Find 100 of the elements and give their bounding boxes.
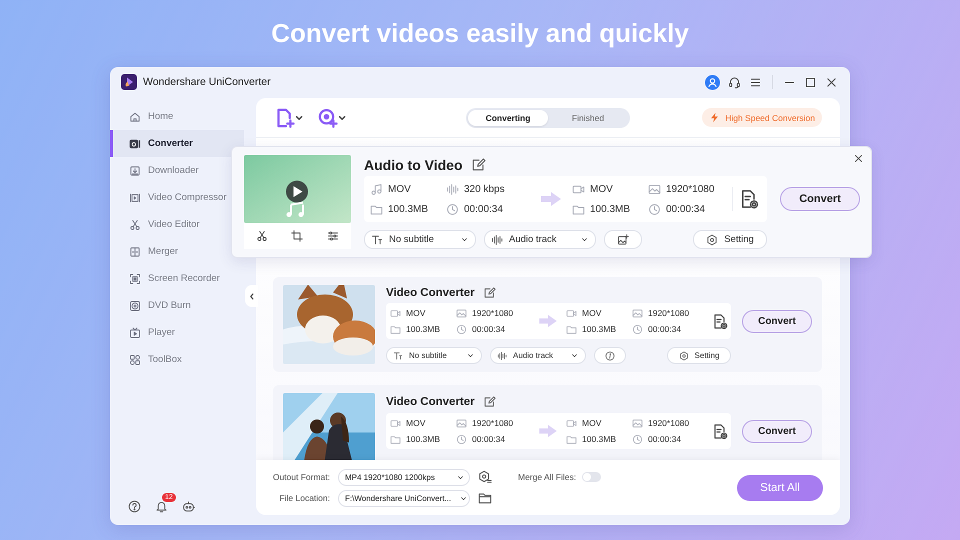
image-icon	[632, 418, 643, 428]
house-icon	[129, 110, 141, 122]
info-value: MOV	[582, 308, 602, 318]
edit-icon[interactable]	[484, 396, 496, 408]
sidebar-item[interactable]: Converter	[110, 130, 244, 157]
info-value: 100.3MB	[582, 324, 616, 334]
add-disc-button[interactable]	[317, 108, 346, 128]
video-camera-icon	[566, 308, 577, 318]
sidebar-item[interactable]: DVD Burn	[110, 292, 244, 319]
sidebar-item[interactable]: Merger	[110, 238, 244, 265]
edit-icon[interactable]	[472, 158, 486, 172]
audio-track-dropdown[interactable]: Audio track	[490, 347, 586, 364]
audio-track-dropdown[interactable]: Audio track	[484, 230, 596, 249]
field-label: File Location:	[278, 493, 330, 503]
info-value: 1920*1080	[648, 308, 690, 318]
field-label: Merge All Files:	[518, 472, 576, 482]
tab[interactable]: Converting	[468, 110, 548, 126]
clock-icon	[632, 434, 643, 444]
chat-bot-icon[interactable]	[182, 500, 195, 513]
format-settings-icon[interactable]	[478, 470, 492, 484]
info-value: MOV	[582, 418, 602, 428]
tv-icon	[129, 326, 141, 338]
chevron-icon	[248, 290, 256, 302]
file-location-select[interactable]: F:\Wondershare UniConvert...	[338, 490, 470, 506]
edit-icon[interactable]	[484, 287, 496, 299]
subtitle-dropdown[interactable]: No subtitle	[386, 347, 482, 364]
info-value: 00:00:34	[472, 324, 506, 334]
lightning-icon	[709, 112, 720, 123]
video-camera-icon	[390, 418, 401, 428]
info-value: MOV	[590, 184, 613, 194]
file-title: Video Converter	[386, 396, 475, 408]
download-icon	[129, 164, 141, 176]
subtitle-dropdown[interactable]: No subtitle	[364, 230, 476, 249]
clock-icon	[632, 324, 643, 334]
bell-icon[interactable]	[155, 500, 168, 513]
tab[interactable]: Finished	[548, 110, 628, 126]
image-icon	[456, 418, 467, 428]
document-gear-icon[interactable]	[712, 422, 728, 440]
convert-button[interactable]: Convert	[742, 310, 812, 332]
folder-icon	[566, 324, 577, 334]
info-value: 00:00:34	[464, 204, 503, 214]
arrow-icon	[540, 191, 562, 207]
add-image-button[interactable]	[604, 230, 642, 249]
disc-icon	[129, 300, 141, 312]
sidebar-item[interactable]: Screen Recorder	[110, 265, 244, 292]
image-icon	[456, 308, 467, 318]
waveform-icon	[446, 182, 459, 196]
crop-icon[interactable]	[291, 230, 304, 242]
info-value: 00:00:34	[648, 324, 682, 334]
clock-icon	[648, 202, 661, 216]
grid-icon	[129, 354, 141, 366]
convert-button[interactable]: Convert	[742, 420, 812, 442]
scissors-icon	[129, 218, 141, 230]
setting-button[interactable]: Setting	[667, 347, 731, 364]
clock-icon	[446, 202, 459, 216]
user-avatar-icon[interactable]	[705, 74, 720, 90]
merge-icon	[129, 246, 141, 258]
collapse-handle[interactable]	[245, 285, 258, 307]
maximize-icon[interactable]	[804, 76, 817, 88]
output-format-select[interactable]: MP4 1920*1080 1200kps	[338, 468, 470, 486]
scissors-icon[interactable]	[256, 230, 268, 242]
info-value: MOV	[406, 418, 426, 428]
close-icon[interactable]	[825, 76, 838, 88]
film-icon	[129, 192, 141, 204]
image-plus-icon	[617, 234, 629, 246]
info-value: 1920*1080	[472, 418, 514, 428]
arrow-icon	[538, 424, 558, 438]
file-title: Video Converter	[386, 287, 475, 299]
document-gear-icon[interactable]	[739, 189, 759, 209]
merge-toggle[interactable]	[582, 472, 602, 482]
sidebar-item[interactable]: Video Editor	[110, 211, 244, 238]
arrow-icon	[538, 314, 558, 328]
info-value: MOV	[388, 184, 411, 194]
info-value: MOV	[406, 308, 426, 318]
waveform-icon	[491, 234, 503, 246]
sidebar-item[interactable]: ToolBox	[110, 346, 244, 373]
sidebar-item[interactable]: Player	[110, 319, 244, 346]
document-gear-icon[interactable]	[712, 312, 728, 330]
help-icon[interactable]	[128, 500, 141, 513]
info-value: 100.3MB	[582, 434, 616, 444]
headline: Convert videos easily and quickly	[270, 17, 690, 50]
info-value: 00:00:34	[472, 434, 506, 444]
info-value: 00:00:34	[666, 204, 705, 214]
sidebar-item[interactable]: Downloader	[110, 157, 244, 184]
sidebar-item[interactable]: Video Compressor	[110, 184, 244, 211]
info-value: 1920*1080	[666, 184, 714, 194]
sidebar-item[interactable]: Home	[110, 103, 244, 130]
info-button[interactable]	[594, 347, 626, 364]
folder-icon	[390, 434, 401, 444]
folder-icon[interactable]	[478, 491, 492, 505]
folder-icon	[390, 324, 401, 334]
setting-button[interactable]: Setting	[693, 230, 767, 249]
info-value: 100.3MB	[590, 204, 630, 214]
video-camera-icon	[390, 308, 401, 318]
headset-icon[interactable]	[728, 76, 741, 88]
convert-button[interactable]: Convert	[780, 187, 860, 211]
music-note-icon	[370, 182, 383, 196]
sliders-icon[interactable]	[327, 230, 340, 242]
waveform-icon	[497, 350, 507, 360]
close-icon[interactable]	[853, 153, 864, 164]
